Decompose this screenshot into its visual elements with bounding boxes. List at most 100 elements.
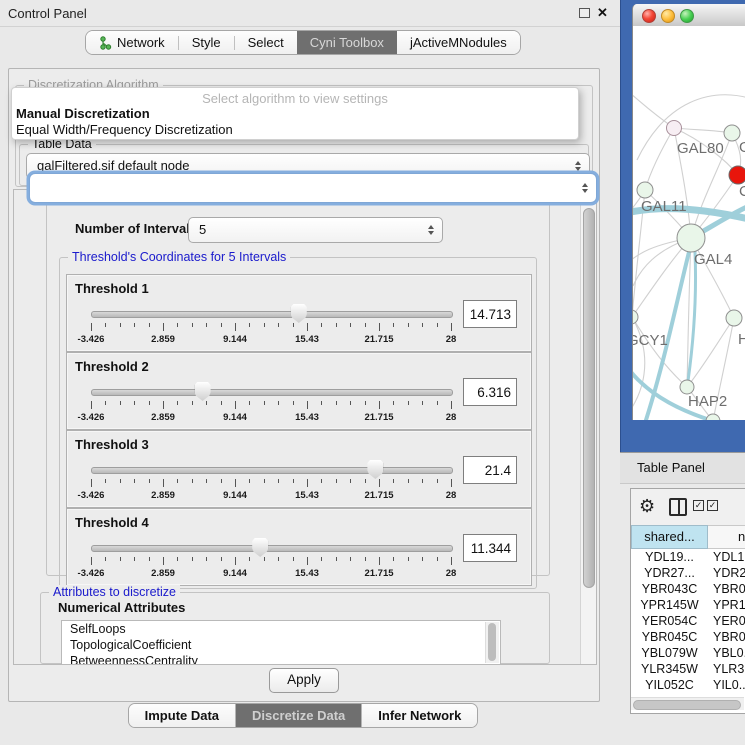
- tick-mark: [393, 479, 394, 483]
- table-row[interactable]: YBR043CYBR0...: [631, 581, 745, 597]
- table-row[interactable]: YER054CYER0...: [631, 613, 745, 629]
- table-row[interactable]: YDL19...YDL1...: [631, 549, 745, 565]
- tick-mark: [134, 479, 135, 483]
- gear-icon[interactable]: ⚙: [639, 496, 655, 516]
- threshold-value-field[interactable]: 14.713: [463, 300, 517, 328]
- tab-discretize-data[interactable]: Discretize Data: [235, 704, 361, 727]
- combo-arrows-icon[interactable]: [575, 161, 581, 171]
- slider-thumb-icon[interactable]: [291, 304, 307, 323]
- tick-mark: [235, 479, 236, 487]
- slider-track[interactable]: [91, 467, 453, 474]
- node-h[interactable]: [726, 310, 742, 326]
- tab-cyni-toolbox[interactable]: Cyni Toolbox: [297, 31, 397, 54]
- list-scrollbar-thumb[interactable]: [488, 623, 496, 661]
- tick-mark: [235, 323, 236, 331]
- slider-track[interactable]: [91, 311, 453, 318]
- tick-mark: [249, 479, 250, 483]
- vertical-scrollbar-thumb[interactable]: [583, 208, 595, 588]
- slider-track[interactable]: [91, 389, 453, 396]
- tick-mark: [177, 323, 178, 327]
- popup-option-manual[interactable]: Manual Discretization: [16, 106, 150, 121]
- checkbox-icon[interactable]: ✓: [693, 500, 704, 511]
- slider-thumb-icon[interactable]: [195, 382, 211, 401]
- node-red-selected[interactable]: [729, 166, 745, 184]
- tick-mark: [365, 323, 366, 327]
- slider[interactable]: -3.4262.8599.14415.4321.71528: [91, 459, 451, 503]
- network-canvas[interactable]: GAL80 G. GAL11 C GAL4 GCY1 H HAP2: [633, 26, 745, 420]
- tab-impute-data[interactable]: Impute Data: [129, 704, 235, 727]
- numerical-attributes-list[interactable]: SelfLoopsTopologicalCoefficientBetweenne…: [61, 620, 501, 665]
- cell-shared-name: YBR045C: [631, 629, 708, 645]
- threshold-panel[interactable]: Threshold 1-3.4262.8599.14415.4321.71528…: [66, 274, 532, 352]
- slider-thumb-icon[interactable]: [367, 460, 383, 479]
- close-icon[interactable]: ✕: [597, 5, 608, 21]
- tab-style[interactable]: Style: [178, 31, 234, 54]
- column-header-shared-name[interactable]: shared...: [631, 525, 708, 549]
- combo-arrows-icon[interactable]: [582, 183, 588, 193]
- network-window-titlebar[interactable]: [633, 4, 745, 27]
- network-window-frame: GAL80 G. GAL11 C GAL4 GCY1 H HAP2: [620, 0, 745, 452]
- node-gal11[interactable]: [637, 182, 653, 198]
- close-traffic-light-icon[interactable]: [642, 9, 656, 23]
- table-row[interactable]: YBR045CYBR0...: [631, 629, 745, 645]
- table-row[interactable]: YLR345WYLR3...: [631, 661, 745, 677]
- table-row[interactable]: YDR27...YDR2...: [631, 565, 745, 581]
- tick-mark: [105, 401, 106, 405]
- cell-name: YDR2...: [708, 565, 745, 581]
- vertical-scrollbar[interactable]: [580, 190, 596, 664]
- slider-track[interactable]: [91, 545, 453, 552]
- horizontal-scrollbar-thumb[interactable]: [633, 700, 741, 710]
- columns-icon[interactable]: [669, 498, 687, 516]
- tab-infer-network[interactable]: Infer Network: [361, 704, 477, 727]
- threshold-value-field[interactable]: 11.344: [463, 534, 517, 562]
- node-gal4[interactable]: [677, 224, 705, 252]
- slider[interactable]: -3.4262.8599.14415.4321.71528: [91, 381, 451, 425]
- tick-mark: [192, 557, 193, 561]
- column-header-name[interactable]: n: [708, 525, 745, 549]
- tick-label: 28: [446, 412, 457, 423]
- threshold-value-field[interactable]: 21.4: [463, 456, 517, 484]
- zoom-traffic-light-icon[interactable]: [680, 9, 694, 23]
- slider[interactable]: -3.4262.8599.14415.4321.71528: [91, 303, 451, 347]
- tick-label: 21.715: [364, 490, 393, 501]
- slider-thumb-icon[interactable]: [252, 538, 268, 557]
- tick-mark: [379, 401, 380, 409]
- table-row[interactable]: YIL052CYIL0...: [631, 677, 745, 693]
- checkbox-icon[interactable]: ✓: [707, 500, 718, 511]
- interval-definition-group: Interval Definition Number of Intervals …: [46, 198, 550, 576]
- node-top-right[interactable]: [724, 125, 740, 141]
- tick-label: 9.144: [223, 334, 247, 345]
- node-gal80[interactable]: [667, 121, 682, 136]
- popup-option-equal-width[interactable]: Equal Width/Frequency Discretization: [16, 122, 233, 137]
- num-intervals-combobox[interactable]: 5: [188, 217, 443, 243]
- tick-mark: [278, 479, 279, 483]
- tick-mark: [350, 557, 351, 561]
- threshold-panel[interactable]: Threshold 3-3.4262.8599.14415.4321.71528…: [66, 430, 532, 508]
- threshold-panel[interactable]: Threshold 2-3.4262.8599.14415.4321.71528…: [66, 352, 532, 430]
- cell-shared-name: YBL079W: [631, 645, 708, 661]
- tab-jactivemnodules[interactable]: jActiveMNodules: [397, 31, 520, 54]
- list-item[interactable]: SelfLoops: [62, 621, 500, 637]
- list-item[interactable]: BetweennessCentrality: [62, 653, 500, 665]
- list-item[interactable]: TopologicalCoefficient: [62, 637, 500, 653]
- table-row[interactable]: YBL079WYBL0...: [631, 645, 745, 661]
- tab-network[interactable]: Network: [86, 31, 178, 54]
- horizontal-scrollbar[interactable]: [631, 697, 744, 710]
- tick-mark: [422, 401, 423, 405]
- tick-mark: [307, 479, 308, 487]
- slider[interactable]: -3.4262.8599.14415.4321.71528: [91, 537, 451, 581]
- slider-ticks: [91, 557, 451, 566]
- table-row[interactable]: YPR145WYPR1...: [631, 597, 745, 613]
- threshold-panel[interactable]: Threshold 4-3.4262.8599.14415.4321.71528…: [66, 508, 532, 586]
- tick-mark: [120, 323, 121, 327]
- threshold-value-field[interactable]: 6.316: [463, 378, 517, 406]
- combo-arrows-icon[interactable]: [428, 225, 434, 235]
- node-hap2[interactable]: [680, 380, 694, 394]
- node-gcy1[interactable]: [633, 310, 638, 324]
- algorithm-combobox[interactable]: [29, 173, 597, 203]
- list-scrollbar[interactable]: [485, 622, 499, 663]
- float-window-icon[interactable]: [579, 8, 590, 18]
- apply-button[interactable]: Apply: [269, 668, 339, 693]
- minimize-traffic-light-icon[interactable]: [661, 9, 675, 23]
- tab-select[interactable]: Select: [234, 31, 297, 54]
